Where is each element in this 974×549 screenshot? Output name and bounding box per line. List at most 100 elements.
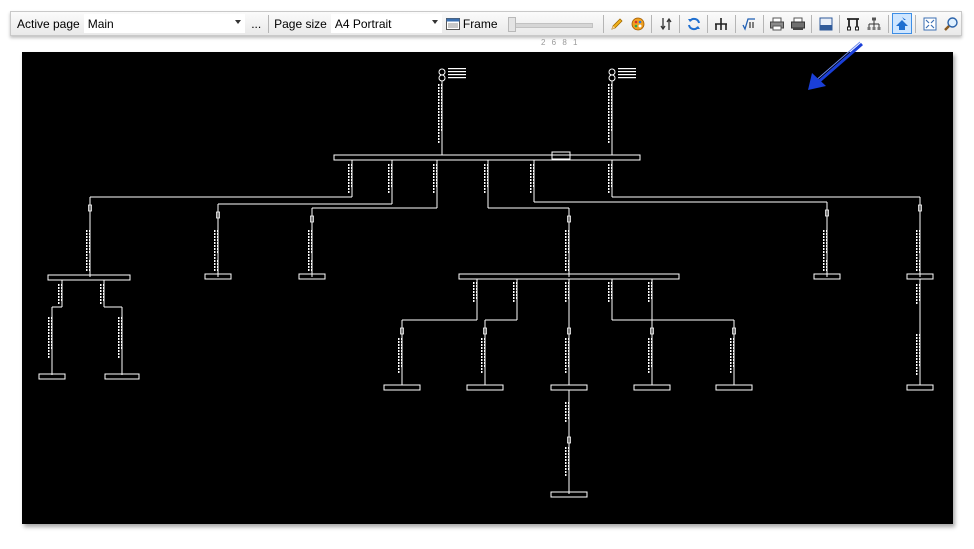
label-glyph [568, 465, 570, 467]
label-glyph [438, 135, 440, 137]
align-icon [847, 17, 860, 30]
label-glyph [565, 233, 567, 235]
palette-button[interactable] [628, 13, 649, 34]
export-button[interactable] [815, 13, 836, 34]
label-glyph [100, 299, 102, 301]
label-glyph [608, 294, 610, 296]
label-glyph [118, 320, 120, 322]
label-glyph [103, 287, 105, 289]
pencil-button[interactable] [607, 13, 628, 34]
label-glyph [568, 459, 570, 461]
label-glyph [651, 347, 653, 349]
label-glyph [568, 356, 570, 358]
label-glyph [568, 242, 570, 244]
label-glyph [513, 297, 515, 299]
label-glyph [565, 471, 567, 473]
auto-layout-button[interactable] [891, 13, 913, 34]
label-glyph [308, 266, 310, 268]
label-glyph [217, 251, 219, 253]
label-glyph [348, 179, 350, 181]
label-glyph [565, 282, 567, 284]
more-button[interactable]: ... [247, 17, 265, 31]
label-glyph [730, 341, 732, 343]
swap-button[interactable] [655, 13, 676, 34]
zoom-slider[interactable] [507, 15, 595, 33]
label-glyph [568, 341, 570, 343]
label-glyph [441, 84, 443, 86]
label-glyph [608, 105, 610, 107]
label-glyph [611, 99, 613, 101]
label-glyph [730, 371, 732, 373]
label-glyph [118, 323, 120, 325]
label-glyph [530, 191, 532, 193]
supply-label [448, 74, 466, 76]
label-glyph [481, 359, 483, 361]
label-glyph [651, 341, 653, 343]
label-glyph [214, 242, 216, 244]
label-glyph [48, 341, 50, 343]
separator [838, 14, 840, 33]
label-glyph [311, 248, 313, 250]
supply-symbol [438, 74, 446, 82]
label-glyph [214, 263, 216, 265]
label-glyph [568, 263, 570, 265]
label-glyph [89, 236, 91, 238]
label-glyph [823, 230, 825, 232]
load-node [383, 384, 421, 391]
align-button[interactable] [843, 13, 864, 34]
label-glyph [217, 242, 219, 244]
label-glyph [217, 263, 219, 265]
diagram-canvas[interactable] [22, 52, 953, 524]
label-glyph [565, 353, 567, 355]
label-glyph [916, 373, 918, 375]
label-glyph [438, 102, 440, 104]
label-glyph [61, 287, 63, 289]
label-glyph [348, 164, 350, 166]
function-button[interactable] [739, 13, 760, 34]
refresh-button[interactable] [683, 13, 704, 34]
zoom-button[interactable] [940, 13, 961, 34]
label-glyph [611, 120, 613, 122]
label-glyph [441, 117, 443, 119]
label-glyph [565, 341, 567, 343]
label-glyph [311, 245, 313, 247]
page-size-select[interactable]: A4 Portrait [330, 14, 442, 33]
label-glyph [919, 230, 921, 232]
slider-thumb[interactable] [507, 16, 516, 32]
label-glyph [916, 346, 918, 348]
hierarchy-button[interactable] [864, 13, 885, 34]
label-glyph [441, 111, 443, 113]
tree-connect-button[interactable] [711, 13, 732, 34]
label-glyph [530, 170, 532, 172]
print-preview-button[interactable] [787, 13, 808, 34]
label-glyph [48, 350, 50, 352]
label-glyph [916, 239, 918, 241]
label-glyph [568, 245, 570, 247]
print-button[interactable] [767, 13, 788, 34]
label-glyph [58, 302, 60, 304]
label-glyph [86, 230, 88, 232]
label-glyph [121, 335, 123, 337]
label-glyph [481, 338, 483, 340]
frame-button[interactable]: Frame [442, 17, 502, 31]
label-glyph [433, 182, 435, 184]
separator [734, 14, 736, 33]
label-glyph [438, 141, 440, 143]
label-glyph [100, 290, 102, 292]
label-glyph [51, 317, 53, 319]
refresh-icon [687, 17, 700, 30]
label-glyph [916, 293, 918, 295]
label-glyph [86, 260, 88, 262]
label-glyph [484, 170, 486, 172]
label-glyph [826, 266, 828, 268]
label-glyph [730, 338, 732, 340]
supply-label [448, 77, 466, 79]
label-glyph [118, 332, 120, 334]
active-page-select[interactable]: Main [83, 14, 246, 33]
fit-page-button[interactable] [919, 13, 940, 34]
label-glyph [481, 371, 483, 373]
label-glyph [86, 248, 88, 250]
label-glyph [919, 343, 921, 345]
label-glyph [401, 356, 403, 358]
label-glyph [568, 353, 570, 355]
